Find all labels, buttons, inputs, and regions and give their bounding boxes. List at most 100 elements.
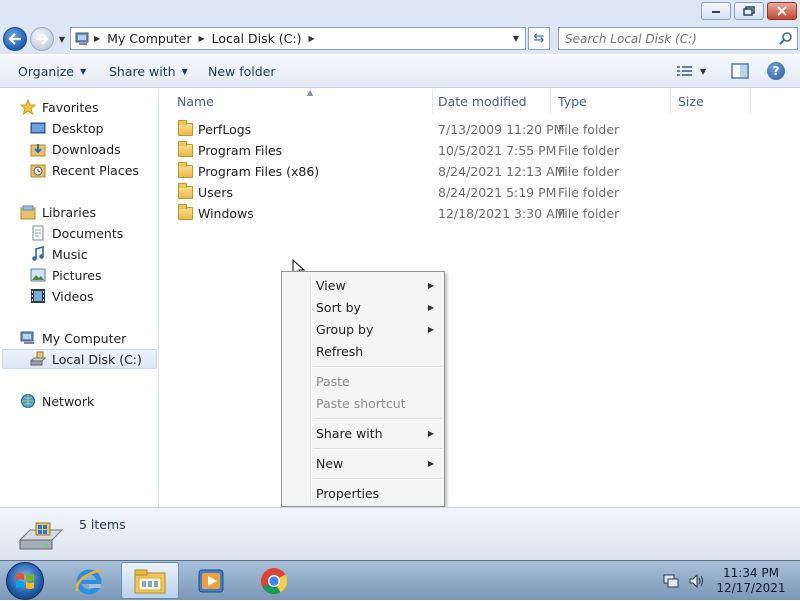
navigation-pane: Favorites Desktop Downloads Recent Place… [0,89,159,507]
close-button[interactable] [767,2,797,20]
nav-desktop[interactable]: Desktop [30,118,104,138]
menu-paste-shortcut-label: Paste shortcut [316,395,406,411]
address-bar[interactable]: ▶ My Computer ▶ Local Disk (C:) ▶ ▼ [70,27,526,50]
sort-ascending-icon: ▲ [307,88,314,97]
menu-sort-by-label: Sort by [316,299,361,315]
menu-item-view[interactable]: View ▶ [284,274,442,296]
maximize-button[interactable] [734,2,764,20]
breadcrumb-separator-icon[interactable]: ▶ [195,34,207,43]
desktop-icon [30,122,46,134]
file-name: Program Files (x86) [198,163,320,179]
search-icon[interactable] [779,31,793,48]
clock-date: 12/17/2021 [716,581,786,595]
menu-group-by-label: Group by [316,321,374,337]
nav-documents[interactable]: Documents [30,223,123,243]
refresh-button[interactable]: ⇆ [528,27,550,50]
address-history-dropdown-icon[interactable]: ▼ [513,34,519,43]
menu-item-share-with[interactable]: Share with ▶ [284,422,442,444]
file-date: 7/13/2009 11:20 PM [438,121,565,137]
search-box[interactable] [558,27,798,50]
folder-icon [178,161,193,178]
preview-pane-button[interactable] [731,63,749,79]
file-name: Windows [198,205,254,221]
network-status-icon[interactable] [662,572,680,590]
nav-local-disk[interactable]: Local Disk (C:) [2,349,157,369]
menu-item-group-by[interactable]: Group by ▶ [284,318,442,340]
menu-separator [313,366,442,368]
chevron-down-icon: ▼ [80,67,87,76]
back-button[interactable] [3,27,27,51]
file-row[interactable]: Program Files 10/5/2021 7:55 PM File fol… [174,140,734,160]
forward-button[interactable] [30,27,54,51]
file-row[interactable]: Windows 12/18/2021 3:30 AM File folder [174,203,734,223]
new-folder-button[interactable]: New folder [208,64,276,79]
organize-button[interactable]: Organize ▼ [18,64,86,79]
title-bar[interactable] [0,0,800,24]
column-header-size[interactable]: Size [670,89,751,113]
column-header-type[interactable]: Type [550,89,671,113]
nav-network[interactable]: Network [20,391,94,411]
file-type: File folder [558,184,620,200]
system-clock[interactable]: 11:34 PM 12/17/2021 [712,566,790,596]
nav-pictures[interactable]: Pictures [30,265,102,285]
taskbar-internet-explorer[interactable] [60,562,118,599]
taskbar-file-explorer[interactable] [121,562,179,599]
notification-area [662,561,706,601]
breadcrumb-my-computer[interactable]: My Computer [103,28,195,49]
menu-item-sort-by[interactable]: Sort by ▶ [284,296,442,318]
submenu-arrow-icon: ▶ [427,324,434,334]
breadcrumb-separator-icon[interactable]: ▶ [306,34,318,43]
menu-item-refresh[interactable]: Refresh [284,340,442,362]
recent-pages-dropdown[interactable]: ▼ [56,32,68,46]
file-row[interactable]: PerfLogs 7/13/2009 11:20 PM File folder [174,119,734,139]
menu-item-properties[interactable]: Properties [284,482,442,504]
column-header-name[interactable]: Name ▲ [169,88,433,113]
nav-my-computer-label: My Computer [42,330,127,346]
nav-downloads[interactable]: Downloads [30,139,121,159]
file-type: File folder [558,163,620,179]
file-type: File folder [558,142,620,158]
breadcrumb-local-disk[interactable]: Local Disk (C:) [208,28,306,49]
help-button[interactable]: ? [767,62,785,80]
search-input[interactable] [565,31,775,46]
music-icon [32,246,44,261]
file-explorer-icon [134,569,166,593]
nav-recent-places[interactable]: Recent Places [30,160,139,180]
column-header-date-modified[interactable]: Date modified [430,89,551,113]
help-icon: ? [772,64,780,78]
minimize-icon [712,11,720,13]
share-with-button[interactable]: Share with ▼ [109,64,188,79]
chevron-down-icon[interactable]: ▼ [700,67,706,76]
menu-separator [313,418,442,420]
menu-item-paste[interactable]: Paste [284,370,442,392]
breadcrumb-separator-icon[interactable]: ▶ [91,34,103,43]
menu-item-paste-shortcut[interactable]: Paste shortcut [284,392,442,414]
nav-libraries[interactable]: Libraries [20,202,96,222]
nav-videos[interactable]: Videos [30,286,94,306]
menu-item-new[interactable]: New ▶ [284,452,442,474]
command-bar: Organize ▼ Share with ▼ New folder ▼ ? [0,56,800,88]
nav-music-label: Music [52,246,88,262]
file-row[interactable]: Program Files (x86) 8/24/2021 12:13 AM F… [174,161,734,181]
change-view-button[interactable]: ▼ [676,64,706,78]
taskbar-chrome[interactable] [245,562,303,599]
nav-favorites[interactable]: Favorites [20,97,98,117]
computer-icon [71,32,91,46]
minimize-button[interactable] [701,2,731,20]
preview-pane-icon [731,63,749,79]
column-type-label: Type [558,93,587,109]
nav-music[interactable]: Music [30,244,88,264]
file-row[interactable]: Users 8/24/2021 5:19 PM File folder [174,182,734,202]
explorer-window: ▼ ▶ My Computer ▶ Local Disk (C:) ▶ ▼ ⇆ … [0,0,800,560]
media-player-icon [198,569,224,592]
taskbar-media-player[interactable] [182,562,240,599]
chrome-icon [261,567,288,594]
internet-explorer-icon [75,568,102,594]
column-name-label: Name [177,93,214,109]
back-arrow-icon [8,33,21,45]
downloads-folder-icon [30,144,46,157]
nav-my-computer[interactable]: My Computer [20,328,126,348]
share-with-label: Share with [109,64,176,79]
start-button[interactable] [6,562,44,600]
volume-icon[interactable] [688,572,706,590]
